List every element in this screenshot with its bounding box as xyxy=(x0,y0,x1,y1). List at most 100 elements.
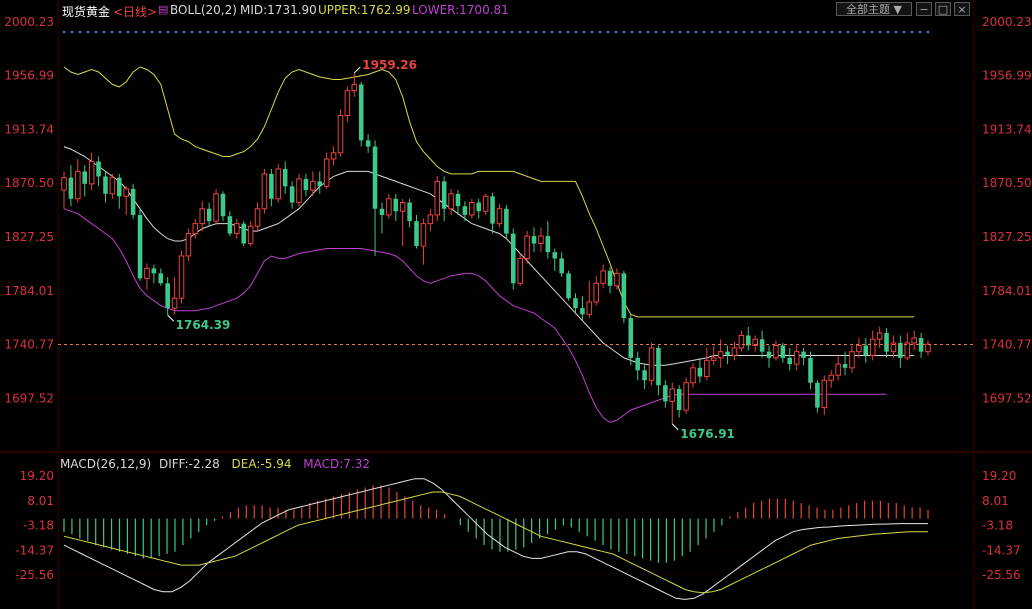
macd-dea-value: DEA:-5.94 xyxy=(231,457,292,471)
top-dot xyxy=(542,30,546,34)
top-dot xyxy=(806,30,810,34)
top-dot xyxy=(182,30,186,34)
candle-body-up xyxy=(420,223,427,247)
top-dot xyxy=(798,30,802,34)
candle-body-down xyxy=(545,236,551,253)
top-dot xyxy=(606,30,610,34)
candle-body-down xyxy=(642,370,647,381)
top-dot xyxy=(318,30,322,34)
top-dot xyxy=(190,30,194,34)
candle-body-down xyxy=(414,221,419,247)
candle-body-down xyxy=(137,214,143,279)
top-dot xyxy=(478,30,482,34)
top-dot xyxy=(894,30,898,34)
candle-body-down xyxy=(490,196,495,224)
top-dot xyxy=(110,30,114,34)
top-dot xyxy=(358,30,362,34)
candle-body-down xyxy=(407,202,412,222)
candle-body-down xyxy=(746,335,751,346)
top-dot xyxy=(262,30,266,34)
candle-body-up xyxy=(109,177,116,195)
macd-layer xyxy=(63,478,929,600)
candle-body-up xyxy=(254,208,261,227)
top-dot xyxy=(766,30,770,34)
price-axis-label-left: 1697.52 xyxy=(4,391,54,405)
candle-body-down xyxy=(379,208,385,215)
boll-bands-layer xyxy=(63,66,915,424)
price-axis-label-left: 1740.77 xyxy=(4,337,54,351)
grid-layer xyxy=(0,0,1032,609)
candle-body-down xyxy=(656,347,661,386)
candle-body-up xyxy=(849,351,855,369)
top-dot xyxy=(902,30,906,34)
price-axis-label-right: 1956.99 xyxy=(982,69,1032,83)
top-dot xyxy=(550,30,554,34)
candle-body-down xyxy=(393,198,399,212)
candle-body-down xyxy=(158,273,164,284)
candle-body-up xyxy=(731,347,738,356)
top-dot xyxy=(782,30,786,34)
price-axis-label-left: 1913.74 xyxy=(4,123,54,137)
candle-body-up xyxy=(828,374,835,381)
low-right-marker xyxy=(671,423,679,431)
candle-body-up xyxy=(710,357,717,361)
candle-body-up xyxy=(538,235,544,245)
top-dot xyxy=(582,30,586,34)
top-dot xyxy=(862,30,866,34)
candle-body-up xyxy=(434,180,441,216)
candle-body-up xyxy=(213,193,219,222)
candle-body-down xyxy=(289,186,295,203)
top-dot xyxy=(518,30,522,34)
candle-body-down xyxy=(697,367,703,377)
candle-body-up xyxy=(683,382,689,411)
price-axis-label-right: 1697.52 xyxy=(982,391,1032,405)
top-dot xyxy=(222,30,226,34)
top-dot xyxy=(206,30,210,34)
top-dot xyxy=(854,30,858,34)
low-left-price-label: 1764.39 xyxy=(176,318,231,332)
top-dot xyxy=(334,30,338,34)
top-dot xyxy=(630,30,634,34)
candle-body-up xyxy=(911,337,917,344)
candle-body-down xyxy=(227,216,233,234)
top-dot xyxy=(174,30,178,34)
candle-body-down xyxy=(676,388,682,411)
macd-axis-label-right: 8.01 xyxy=(982,494,1009,508)
top-dot xyxy=(646,30,650,34)
macd-axis-label-left: 8.01 xyxy=(27,494,54,508)
top-dot xyxy=(590,30,594,34)
candle-body-up xyxy=(856,344,862,353)
top-dot xyxy=(710,30,714,34)
candle-body-down xyxy=(510,233,516,284)
top-dot xyxy=(822,30,826,34)
candle-body-down xyxy=(898,342,903,358)
candle-body-up xyxy=(690,367,696,384)
price-axis-label-left: 1827.25 xyxy=(4,230,54,244)
candle-body-up xyxy=(648,347,655,381)
top-dot xyxy=(718,30,722,34)
top-dot xyxy=(286,30,290,34)
macd-indicator-label: MACD(26,12,9) xyxy=(60,457,152,471)
top-dot xyxy=(118,30,122,34)
top-dot xyxy=(70,30,74,34)
macd-axis-label-right: 19.20 xyxy=(982,469,1016,483)
top-dot xyxy=(102,30,106,34)
candle-body-up xyxy=(247,225,254,245)
macd-axis-label-left: -25.56 xyxy=(15,568,54,582)
candle-body-up xyxy=(171,297,178,309)
macd-diff-line xyxy=(63,478,928,600)
candle-body-down xyxy=(317,181,323,187)
candle-body-down xyxy=(863,345,869,356)
top-dot xyxy=(230,30,234,34)
price-axis-label-right: 1870.50 xyxy=(982,176,1032,190)
top-dot xyxy=(670,30,674,34)
top-dot xyxy=(366,30,370,34)
price-axis-label-left: 1784.01 xyxy=(4,284,54,298)
candle-body-down xyxy=(559,258,564,274)
price-axis-label-right: 1827.25 xyxy=(982,230,1032,244)
top-dot xyxy=(574,30,578,34)
candle-body-down xyxy=(462,206,468,215)
top-dot xyxy=(246,30,250,34)
price-chart-svg[interactable]: 2000.23 2000.23 1956.99 1956.99 1913.74 1913.… xyxy=(0,0,1032,609)
top-dot xyxy=(678,30,682,34)
